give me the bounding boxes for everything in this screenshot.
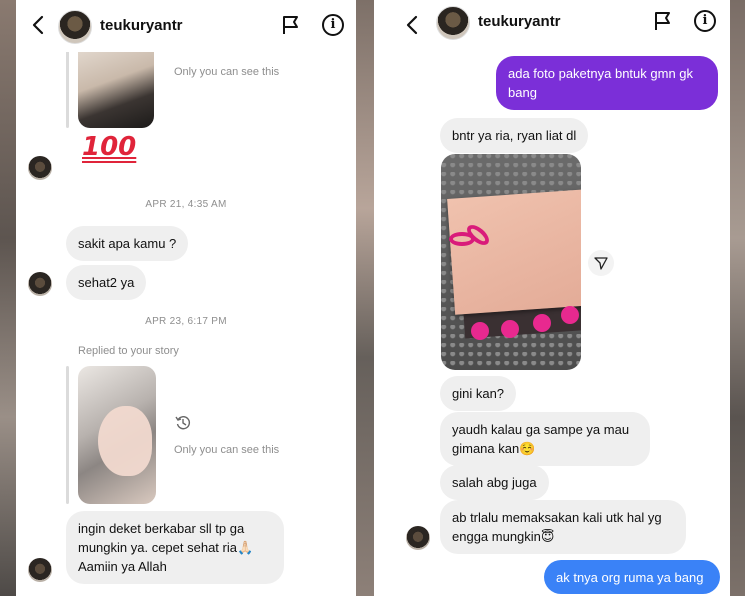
message-bubble-incoming: ab trlalu memaksakan kali utk hal yg eng… — [440, 500, 686, 554]
chat-header: teukuryantr i — [374, 0, 730, 52]
message-bubble-incoming: gini kan? — [440, 376, 517, 411]
replied-to-story-label: Replied to your story — [78, 345, 179, 357]
sender-avatar — [28, 558, 52, 582]
message-bubble-outgoing: ada foto paketnya bntuk gmn gk bang — [496, 56, 718, 110]
message-bubble-incoming: bntr ya ria, ryan liat dl — [440, 118, 589, 153]
flag-icon[interactable] — [280, 14, 302, 36]
story-visibility-note-top: Only you can see this — [174, 66, 280, 78]
message-bubble-incoming: yaudh kalau ga sampe ya mau gimana kan☺️ — [440, 412, 650, 466]
right-chat-screen: teukuryantr i ada foto paketnya bntuk gm… — [374, 0, 730, 596]
package-dot — [561, 306, 579, 324]
message-bubble-incoming: sehat2 ya — [66, 265, 147, 300]
package-dot — [533, 314, 551, 332]
background-blur-left — [0, 0, 16, 596]
package-box — [447, 189, 581, 315]
share-button[interactable] — [588, 250, 614, 276]
background-blur-middle — [356, 0, 374, 596]
reply-bar — [66, 40, 69, 128]
flag-icon[interactable] — [652, 10, 674, 32]
reply-history-icon — [175, 416, 191, 430]
info-icon[interactable]: i — [322, 14, 344, 36]
message-bubble-incoming: salah abg juga — [440, 465, 549, 500]
header-username[interactable]: teukuryantr — [478, 13, 561, 30]
background-blur-right — [730, 0, 745, 596]
left-chat-screen: teukuryantr i Only you can see this 100 … — [16, 0, 356, 596]
shared-photo-package[interactable] — [441, 154, 581, 370]
package-dot — [471, 322, 489, 340]
story-visibility-note-bottom: Only you can see this — [174, 444, 280, 456]
message-bubble-outgoing: ak tnya org ruma ya bang — [544, 560, 720, 594]
story-image-content — [98, 406, 152, 476]
header-avatar[interactable] — [436, 6, 470, 40]
header-username[interactable]: teukuryantr — [100, 17, 183, 34]
story-thumbnail-bottom[interactable] — [78, 366, 156, 504]
sender-avatar — [28, 156, 52, 180]
story-thumbnail-top[interactable] — [78, 40, 154, 128]
chat-header: teukuryantr i — [16, 0, 356, 52]
back-chevron-icon[interactable] — [28, 14, 50, 36]
message-bubble-incoming: sakit apa kamu ? — [66, 226, 189, 261]
emoji-100-message: 100 — [82, 132, 137, 162]
timestamp-divider: APR 21, 4:35 AM — [145, 199, 227, 210]
back-chevron-icon[interactable] — [402, 14, 424, 36]
timestamp-divider: APR 23, 6:17 PM — [145, 316, 227, 327]
package-dot — [501, 320, 519, 338]
sender-avatar — [406, 526, 430, 550]
header-avatar[interactable] — [58, 10, 92, 44]
sender-avatar — [28, 272, 52, 296]
share-send-icon — [594, 257, 608, 270]
message-bubble-incoming: ingin deket berkabar sll tp ga mungkin y… — [66, 511, 284, 584]
reply-bar — [66, 366, 69, 504]
info-icon[interactable]: i — [694, 10, 716, 32]
